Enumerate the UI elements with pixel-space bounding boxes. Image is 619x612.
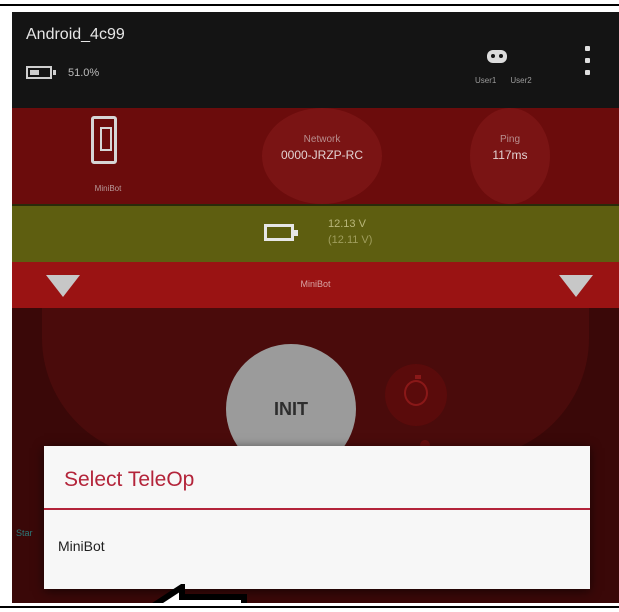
voltage-battery-icon <box>264 224 298 241</box>
select-teleop-dialog: Select TeleOp MiniBot <box>44 446 590 603</box>
dialog-option-minibot[interactable]: MiniBot <box>44 510 590 603</box>
left-edge-text: Star <box>16 528 33 538</box>
driver-station-screen: Android_4c99 51.0% User1 User2 MiniBot N… <box>12 12 619 603</box>
battery-status: 51.0% <box>26 66 99 79</box>
gamepad-status: User1 User2 <box>467 50 557 90</box>
option-label: MiniBot <box>58 538 105 554</box>
overflow-menu-icon[interactable] <box>580 44 596 78</box>
robot-status-band: MiniBot Network 0000-JRZP-RC Ping 117ms <box>12 108 619 204</box>
screenshot-frame: Android_4c99 51.0% User1 User2 MiniBot N… <box>0 0 619 612</box>
voltage-value: 12.13 V <box>328 218 366 230</box>
user1-label: User1 <box>475 76 497 85</box>
user2-label: User2 <box>510 76 532 85</box>
gamepad-icon <box>487 50 507 63</box>
ping-label: Ping <box>499 134 520 145</box>
network-value: 0000-JRZP-RC <box>280 148 364 162</box>
bottom-rule <box>0 606 619 608</box>
battery-icon <box>26 66 56 79</box>
robot-label: MiniBot <box>94 184 122 193</box>
top-rule <box>0 4 619 6</box>
teleop-dropdown-triangle-icon[interactable] <box>559 275 593 297</box>
voltage-band: 12.13 V (12.11 V) <box>12 204 619 262</box>
dialog-title: Select TeleOp <box>64 468 195 491</box>
opmode-selector-band: MiniBot <box>12 262 619 308</box>
robot-icon <box>91 116 117 164</box>
voltage-sub-value: (12.11 V) <box>328 234 373 246</box>
ping-value: 117ms <box>492 148 528 162</box>
timer-icon <box>404 375 428 406</box>
robot-controller-status: MiniBot <box>78 114 138 194</box>
network-label: Network <box>303 134 341 145</box>
user-labels: User1 User2 <box>475 76 532 85</box>
device-name: Android_4c99 <box>26 26 125 43</box>
arrow-left-icon <box>152 584 247 603</box>
selected-opmode-name: MiniBot <box>300 279 331 289</box>
battery-percent: 51.0% <box>68 66 100 79</box>
app-header: Android_4c99 51.0% User1 User2 <box>12 12 619 108</box>
